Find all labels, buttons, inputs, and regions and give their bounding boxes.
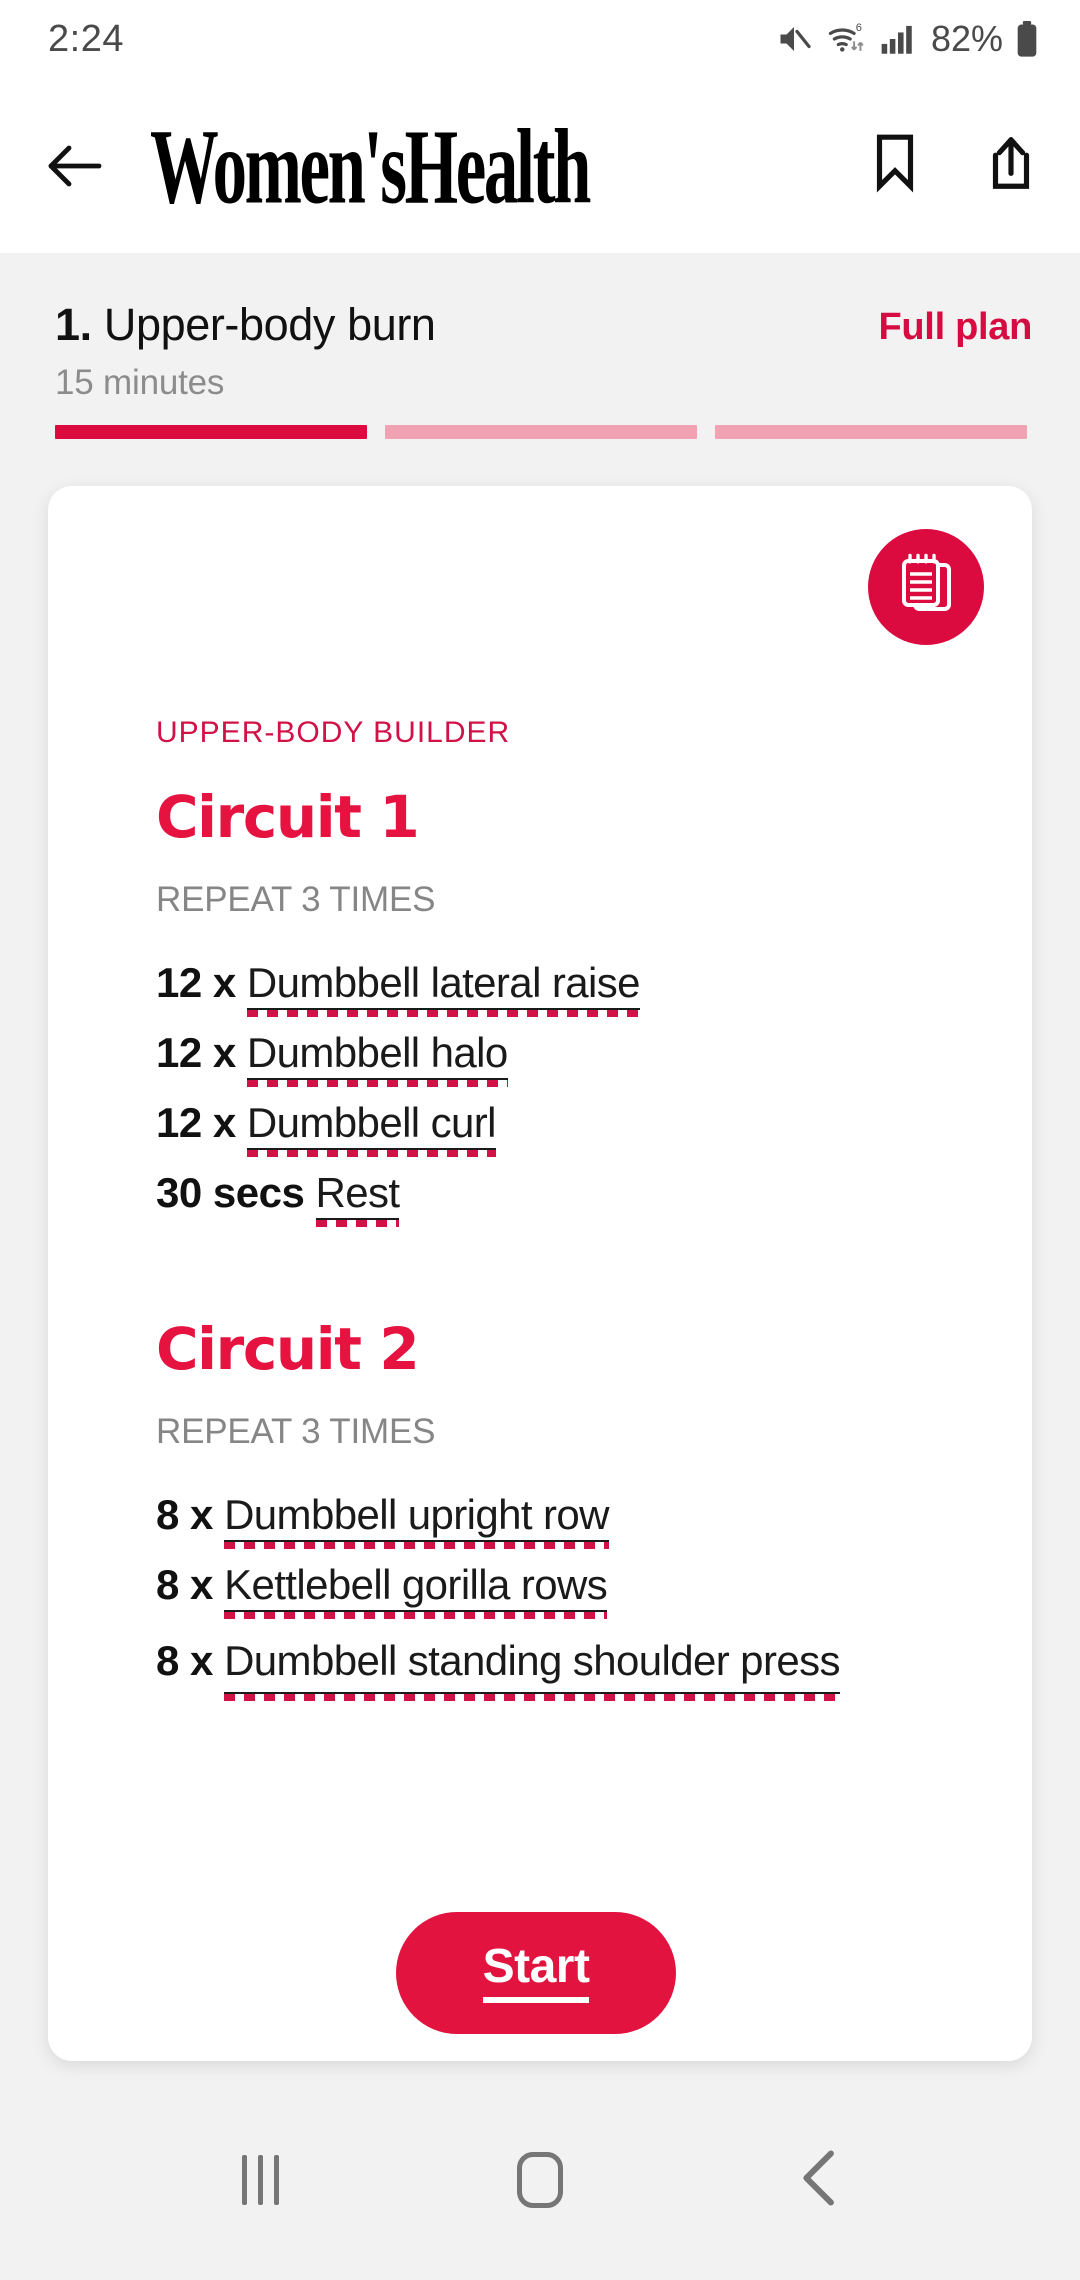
card-kicker: UPPER-BODY BUILDER xyxy=(156,716,511,749)
battery-percent-label: 82% xyxy=(930,18,1003,59)
svg-text:6: 6 xyxy=(856,22,862,34)
status-icons: 6 82% xyxy=(774,18,1040,60)
exercise-link[interactable]: Kettlebell gorilla rows xyxy=(224,1564,608,1619)
exercise-row: 30 secs Rest xyxy=(156,1169,1032,1227)
progress-segment-3[interactable] xyxy=(715,425,1027,439)
back-arrow-button[interactable] xyxy=(40,131,110,201)
exercise-row: 8 x Kettlebell gorilla rows xyxy=(156,1561,1032,1619)
exercise-row: 8 x Dumbbell upright row xyxy=(156,1491,1032,1549)
exercise-reps: 8 x xyxy=(156,1561,213,1608)
exercise-reps: 8 x xyxy=(156,1491,213,1538)
start-button[interactable]: Start xyxy=(396,1912,676,2034)
android-nav-bar xyxy=(0,2080,1080,2280)
back-icon xyxy=(797,2148,843,2213)
status-time: 2:24 xyxy=(48,17,124,60)
exercise-link[interactable]: Dumbbell curl xyxy=(246,1102,496,1157)
wifi-6-icon: 6 xyxy=(825,20,869,58)
exercise-link[interactable]: Dumbbell lateral raise xyxy=(246,962,641,1017)
circuit-repeat: REPEAT 3 TIMES xyxy=(156,880,436,919)
exercise-link[interactable]: Dumbbell upright row xyxy=(224,1494,610,1549)
exercise-reps: 8 x xyxy=(156,1637,213,1684)
exercise-row: 8 x Dumbbell standing shoulder press xyxy=(156,1634,946,1701)
back-button[interactable] xyxy=(760,2120,880,2240)
exercise-link[interactable]: Dumbbell halo xyxy=(246,1032,508,1087)
exercise-link[interactable]: Rest xyxy=(315,1172,400,1227)
workout-index: 1. xyxy=(55,299,92,350)
exercise-reps: 12 x xyxy=(156,1099,236,1146)
mute-icon xyxy=(774,21,814,57)
recents-icon xyxy=(241,2155,279,2205)
progress-segment-1[interactable] xyxy=(55,425,367,439)
exercise-reps: 12 x xyxy=(156,959,236,1006)
start-button-label: Start xyxy=(482,1943,590,2003)
exercise-link[interactable]: Dumbbell standing shoulder press xyxy=(224,1634,840,1701)
brand-logo: Women'sHealth xyxy=(150,105,591,226)
exercise-list: 8 x Dumbbell upright row 8 x Kettlebell … xyxy=(156,1491,1032,1701)
exercise-row: 12 x Dumbbell curl xyxy=(156,1099,1032,1157)
exercise-row: 12 x Dumbbell lateral raise xyxy=(156,959,1032,1017)
exercise-reps: 30 secs xyxy=(156,1169,305,1216)
share-button[interactable] xyxy=(980,135,1042,197)
exercise-row: 12 x Dumbbell halo xyxy=(156,1029,1032,1087)
workout-subheader: 1. Upper-body burn 15 minutes Full plan xyxy=(0,253,1080,403)
workout-heading-group: 1. Upper-body burn 15 minutes xyxy=(55,299,436,403)
full-plan-link[interactable]: Full plan xyxy=(878,301,1032,349)
page-title: 1. Upper-body burn xyxy=(55,299,436,350)
home-button[interactable] xyxy=(480,2120,600,2240)
home-icon xyxy=(517,2152,563,2208)
header-actions xyxy=(864,132,1042,199)
exercise-reps: 12 x xyxy=(156,1029,236,1076)
workout-title: Upper-body burn xyxy=(103,299,436,350)
battery-icon xyxy=(1014,20,1040,58)
bookmark-button[interactable] xyxy=(864,132,926,199)
recents-button[interactable] xyxy=(200,2120,320,2240)
circuit-block: Circuit 2 REPEAT 3 TIMES 8 x Dumbbell up… xyxy=(156,1315,1032,1701)
card-body: UPPER-BODY BUILDER Circuit 1 REPEAT 3 TI… xyxy=(48,486,1032,1716)
workout-card: UPPER-BODY BUILDER Circuit 1 REPEAT 3 TI… xyxy=(48,486,1032,2061)
progress-segment-2[interactable] xyxy=(385,425,697,439)
exercise-list: 12 x Dumbbell lateral raise 12 x Dumbbel… xyxy=(156,959,1032,1227)
circuit-title: Circuit 2 xyxy=(156,1315,420,1383)
circuit-block: Circuit 1 REPEAT 3 TIMES 12 x Dumbbell l… xyxy=(156,783,1032,1227)
signal-bars-icon xyxy=(880,22,916,56)
workout-duration: 15 minutes xyxy=(55,362,225,402)
circuit-title: Circuit 1 xyxy=(156,783,420,851)
progress-segments xyxy=(55,425,1027,439)
share-icon xyxy=(985,132,1037,199)
bookmark-icon xyxy=(871,132,919,199)
app-header: Women'sHealth xyxy=(0,78,1080,253)
circuit-repeat: REPEAT 3 TIMES xyxy=(156,1412,436,1451)
status-bar: 2:24 6 82% xyxy=(0,0,1080,78)
